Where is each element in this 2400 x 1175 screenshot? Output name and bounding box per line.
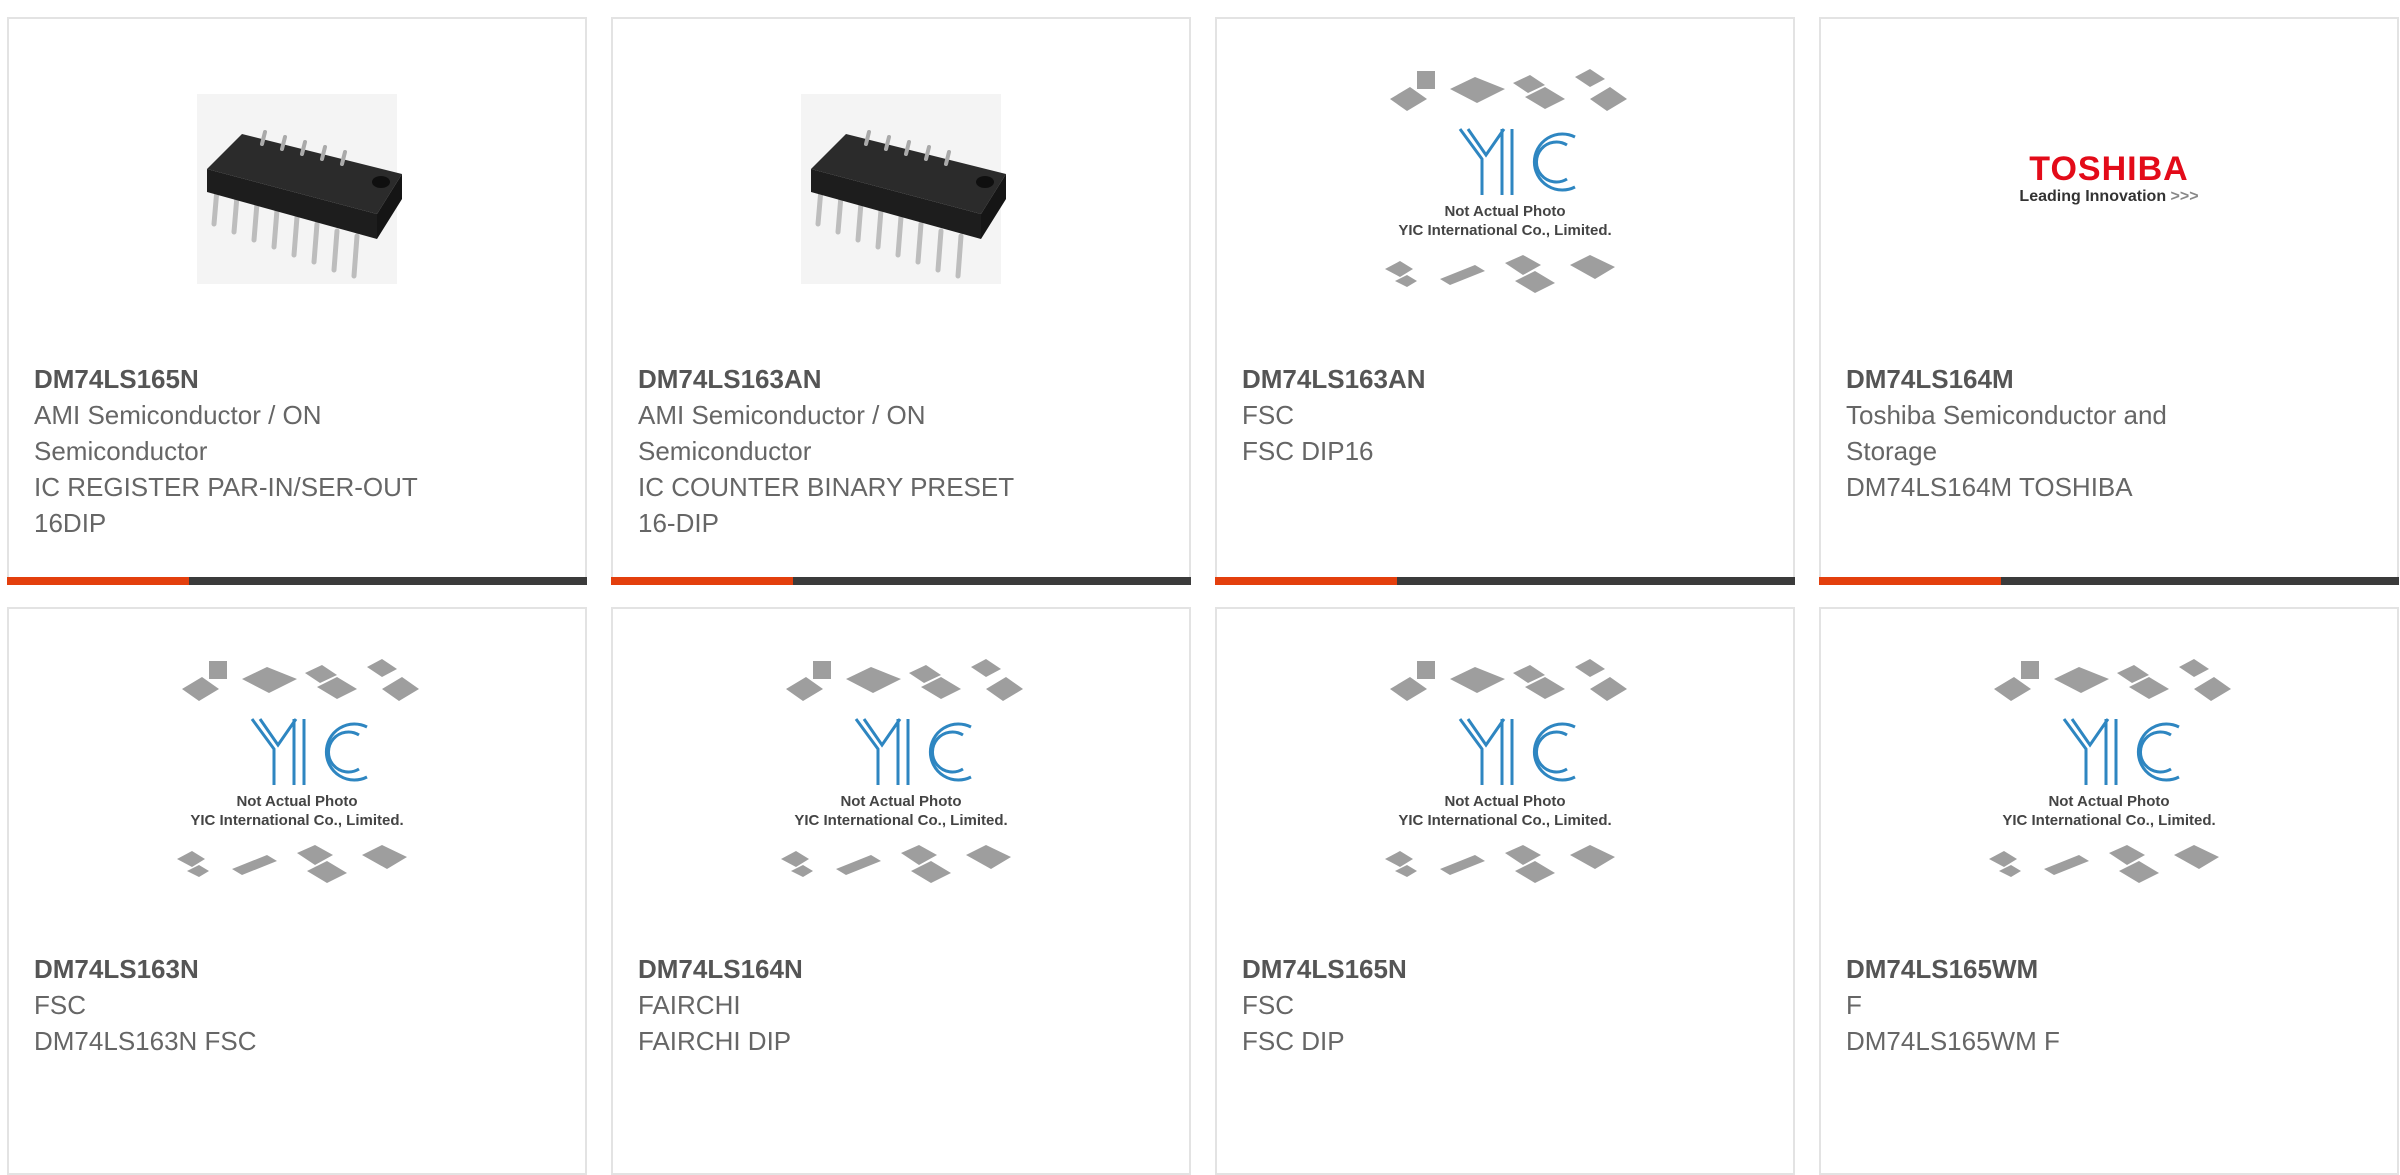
- toshiba-logo-tagline: Leading Innovation >>>: [2019, 187, 2198, 207]
- product-info: DM74LS163AN AMI Semiconductor / ON Semic…: [638, 361, 1159, 541]
- yic-placeholder-icon: Not Actual Photo YIC International Co., …: [1385, 659, 1627, 883]
- product-card[interactable]: Not Actual Photo YIC International Co., …: [7, 607, 587, 1175]
- placeholder-note: Not Actual Photo: [236, 793, 357, 810]
- product-info: DM74LS163AN FSC FSC DIP16: [1242, 361, 1763, 469]
- part-number[interactable]: DM74LS164M: [1846, 361, 2367, 397]
- placeholder-company: YIC International Co., Limited.: [794, 812, 1007, 829]
- card-footer-bar: [1215, 577, 1795, 585]
- product-grid: DM74LS165N AMI Semiconductor / ON Semico…: [7, 17, 2400, 1175]
- product-card[interactable]: DM74LS163AN AMI Semiconductor / ON Semic…: [611, 17, 1191, 585]
- placeholder-note: Not Actual Photo: [1444, 203, 1565, 220]
- product-info: DM74LS165WM F DM74LS165WM F: [1846, 951, 2367, 1059]
- part-number[interactable]: DM74LS163AN: [1242, 361, 1763, 397]
- product-image[interactable]: Not Actual Photo YIC International Co., …: [9, 609, 585, 949]
- yic-placeholder-icon: Not Actual Photo YIC International Co., …: [177, 659, 419, 883]
- dip16-chip-icon: [197, 94, 402, 284]
- manufacturer: FSC: [34, 990, 86, 1020]
- description-cont: 16-DIP: [638, 508, 719, 538]
- placeholder-company: YIC International Co., Limited.: [1398, 222, 1611, 239]
- placeholder-company: YIC International Co., Limited.: [1398, 812, 1611, 829]
- part-number[interactable]: DM74LS165N: [34, 361, 555, 397]
- product-image[interactable]: [9, 19, 585, 359]
- description: IC REGISTER PAR-IN/SER-OUT: [34, 472, 418, 502]
- card-accent-bar: [1819, 577, 2001, 585]
- description: FSC DIP16: [1242, 436, 1374, 466]
- product-image[interactable]: [613, 19, 1189, 359]
- product-image[interactable]: TOSHIBA Leading Innovation >>>: [1821, 19, 2397, 359]
- dip16-chip-icon: [801, 94, 1006, 284]
- description: FSC DIP: [1242, 1026, 1345, 1056]
- placeholder-note: Not Actual Photo: [1444, 793, 1565, 810]
- placeholder-company: YIC International Co., Limited.: [2002, 812, 2215, 829]
- toshiba-arrows-icon: >>>: [2170, 188, 2199, 205]
- description: DM74LS165WM F: [1846, 1026, 2060, 1056]
- placeholder-note: Not Actual Photo: [2048, 793, 2169, 810]
- description: IC COUNTER BINARY PRESET: [638, 472, 1015, 502]
- part-number[interactable]: DM74LS165N: [1242, 951, 1763, 987]
- product-card[interactable]: Not Actual Photo YIC International Co., …: [1215, 607, 1795, 1175]
- yic-placeholder-icon: Not Actual Photo YIC International Co., …: [1989, 659, 2231, 883]
- manufacturer: FSC: [1242, 990, 1294, 1020]
- product-info: DM74LS165N FSC FSC DIP: [1242, 951, 1763, 1059]
- product-image[interactable]: Not Actual Photo YIC International Co., …: [613, 609, 1189, 949]
- card-accent-bar: [1215, 577, 1397, 585]
- toshiba-tagline-text: Leading Innovation: [2019, 188, 2167, 205]
- product-info: DM74LS165N AMI Semiconductor / ON Semico…: [34, 361, 555, 541]
- manufacturer: FSC: [1242, 400, 1294, 430]
- product-card[interactable]: TOSHIBA Leading Innovation >>> DM74LS164…: [1819, 17, 2399, 585]
- product-image[interactable]: Not Actual Photo YIC International Co., …: [1217, 19, 1793, 359]
- card-footer-bar: [1819, 577, 2399, 585]
- card-accent-bar: [7, 577, 189, 585]
- description: DM74LS164M TOSHIBA: [1846, 472, 2133, 502]
- manufacturer: AMI Semiconductor / ON: [34, 400, 322, 430]
- part-number[interactable]: DM74LS163N: [34, 951, 555, 987]
- product-info: DM74LS164M Toshiba Semiconductor and Sto…: [1846, 361, 2367, 505]
- card-accent-bar: [611, 577, 793, 585]
- product-info: DM74LS164N FAIRCHI FAIRCHI DIP: [638, 951, 1159, 1059]
- yic-placeholder-icon: Not Actual Photo YIC International Co., …: [781, 659, 1023, 883]
- manufacturer: AMI Semiconductor / ON: [638, 400, 926, 430]
- product-card[interactable]: Not Actual Photo YIC International Co., …: [1215, 17, 1795, 585]
- toshiba-logo: TOSHIBA Leading Innovation >>>: [2019, 151, 2198, 207]
- placeholder-note: Not Actual Photo: [840, 793, 961, 810]
- description: FAIRCHI DIP: [638, 1026, 792, 1056]
- product-image[interactable]: Not Actual Photo YIC International Co., …: [1821, 609, 2397, 949]
- yic-placeholder-icon: Not Actual Photo YIC International Co., …: [1385, 69, 1627, 293]
- placeholder-company: YIC International Co., Limited.: [190, 812, 403, 829]
- product-card[interactable]: Not Actual Photo YIC International Co., …: [611, 607, 1191, 1175]
- product-card[interactable]: DM74LS165N AMI Semiconductor / ON Semico…: [7, 17, 587, 585]
- manufacturer-cont: Storage: [1846, 436, 1938, 466]
- manufacturer: FAIRCHI: [638, 990, 741, 1020]
- card-footer-bar: [611, 577, 1191, 585]
- manufacturer-cont: Semiconductor: [34, 436, 208, 466]
- manufacturer: Toshiba Semiconductor and: [1846, 400, 2167, 430]
- product-image[interactable]: Not Actual Photo YIC International Co., …: [1217, 609, 1793, 949]
- part-number[interactable]: DM74LS163AN: [638, 361, 1159, 397]
- toshiba-logo-brand: TOSHIBA: [2029, 150, 2189, 188]
- description: DM74LS163N FSC: [34, 1026, 257, 1056]
- part-number[interactable]: DM74LS164N: [638, 951, 1159, 987]
- description-cont: 16DIP: [34, 508, 107, 538]
- manufacturer: F: [1846, 990, 1862, 1020]
- product-info: DM74LS163N FSC DM74LS163N FSC: [34, 951, 555, 1059]
- manufacturer-cont: Semiconductor: [638, 436, 812, 466]
- part-number[interactable]: DM74LS165WM: [1846, 951, 2367, 987]
- card-footer-bar: [7, 577, 587, 585]
- product-card[interactable]: Not Actual Photo YIC International Co., …: [1819, 607, 2399, 1175]
